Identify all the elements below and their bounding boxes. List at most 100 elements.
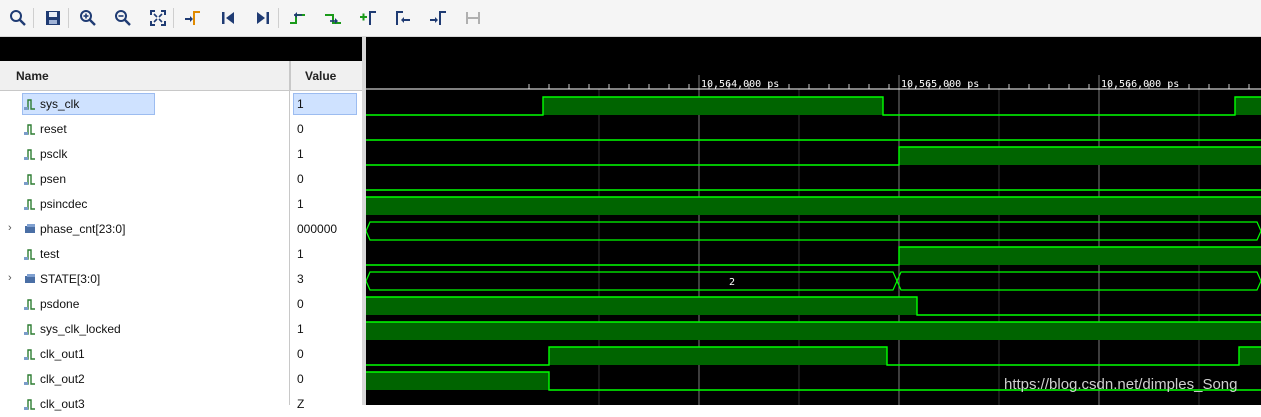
signal-value-cell[interactable]: 1 bbox=[290, 192, 362, 217]
signal-value-label: Z bbox=[297, 397, 305, 411]
signal-value-label: 0 bbox=[297, 122, 304, 136]
signal-value-cell[interactable]: 0 bbox=[290, 292, 362, 317]
signal-name-label: reset bbox=[40, 122, 67, 136]
bit-signal-icon bbox=[24, 99, 35, 110]
signal-value-label: 0 bbox=[297, 372, 304, 386]
signal-value-label: 1 bbox=[297, 97, 304, 111]
signal-row-psen[interactable]: psen bbox=[0, 167, 289, 192]
panel-top-bar bbox=[0, 37, 362, 61]
signal-value-cell[interactable]: 3 bbox=[290, 267, 362, 292]
zoom-in-icon[interactable] bbox=[78, 8, 98, 28]
signal-value-label: 1 bbox=[297, 197, 304, 211]
save-icon[interactable] bbox=[43, 8, 63, 28]
go-to-cursor-icon[interactable] bbox=[183, 8, 203, 28]
signal-value-cell[interactable]: 0 bbox=[290, 167, 362, 192]
bit-signal-icon bbox=[24, 174, 35, 185]
bit-signal-icon bbox=[24, 349, 35, 360]
signal-row-test[interactable]: test bbox=[0, 242, 289, 267]
signal-value-cell[interactable]: 0 bbox=[290, 342, 362, 367]
signal-row-clk_out2[interactable]: clk_out2 bbox=[0, 367, 289, 392]
signal-row-psclk[interactable]: psclk bbox=[0, 142, 289, 167]
go-to-start-icon[interactable] bbox=[218, 8, 238, 28]
signal-name-label: psdone bbox=[40, 297, 80, 311]
expand-chevron-icon[interactable]: › bbox=[8, 272, 12, 284]
signal-value-label: 000000 bbox=[297, 222, 338, 236]
bit-signal-icon bbox=[24, 324, 35, 335]
bus-signal-icon bbox=[25, 274, 35, 283]
signal-row-sys_clk_locked[interactable]: sys_clk_locked bbox=[0, 317, 289, 342]
wave-high-fill bbox=[366, 297, 917, 315]
signal-name-label: test bbox=[40, 247, 60, 261]
zoom-out-icon[interactable] bbox=[113, 8, 133, 28]
signal-name-label: clk_out2 bbox=[40, 372, 85, 386]
name-column-label: Name bbox=[16, 68, 49, 83]
bit-signal-icon bbox=[24, 149, 35, 160]
ruler-tick-label: 10,564,000 ps bbox=[701, 79, 779, 90]
search-icon[interactable] bbox=[8, 8, 28, 28]
signal-value-cell[interactable]: 0 bbox=[290, 117, 362, 142]
signal-name-label: psincdec bbox=[40, 197, 88, 211]
zoom-fit-icon[interactable] bbox=[148, 8, 168, 28]
next-transition-icon[interactable] bbox=[323, 8, 343, 28]
signal-row-psincdec[interactable]: psincdec bbox=[0, 192, 289, 217]
bus-value-label: 2 bbox=[729, 277, 735, 288]
waveform-canvas[interactable]: 10,564,000 ps10,565,000 ps10,566,000 ps1… bbox=[366, 37, 1261, 405]
add-marker-icon[interactable] bbox=[358, 8, 378, 28]
signal-name-label: phase_cnt[23:0] bbox=[40, 222, 126, 236]
wave-high-fill bbox=[366, 372, 549, 390]
signal-name-label: psclk bbox=[40, 147, 68, 161]
signal-name-label: psen bbox=[40, 172, 67, 186]
wave-high-fill bbox=[899, 147, 1261, 165]
signal-row-psdone[interactable]: psdone bbox=[0, 292, 289, 317]
signal-value-cell[interactable]: 0 bbox=[290, 367, 362, 392]
signal-name-label: sys_clk_locked bbox=[40, 322, 121, 336]
signal-value-label: 3 bbox=[297, 272, 304, 286]
signal-name-label: clk_out1 bbox=[40, 347, 85, 361]
expand-chevron-icon[interactable]: › bbox=[8, 222, 12, 234]
value-column-header[interactable]: Value bbox=[290, 61, 362, 91]
wave-high-fill bbox=[549, 347, 887, 365]
go-to-end-icon[interactable] bbox=[253, 8, 273, 28]
signal-value-cell[interactable]: 000000 bbox=[290, 217, 362, 242]
watermark: https://blog.csdn.net/dimples_Song bbox=[1004, 376, 1238, 393]
signal-value-label: 1 bbox=[297, 322, 304, 336]
previous-marker-icon[interactable] bbox=[393, 8, 413, 28]
waveform-viewer[interactable]: 10,564,000 ps10,565,000 ps10,566,000 ps1… bbox=[366, 37, 1261, 405]
bit-signal-icon bbox=[24, 199, 35, 210]
signal-name-label: sys_clk bbox=[40, 97, 80, 111]
signal-value-cell[interactable]: 1 bbox=[290, 317, 362, 342]
previous-transition-icon[interactable] bbox=[288, 8, 308, 28]
wave-high-fill bbox=[1235, 97, 1261, 115]
next-marker-icon[interactable] bbox=[428, 8, 448, 28]
signal-row-phase_cnt230[interactable]: › phase_cnt[23:0] bbox=[0, 217, 289, 242]
wave-high-fill bbox=[366, 322, 1261, 340]
signal-value-cell[interactable]: 1 bbox=[290, 242, 362, 267]
value-column-label: Value bbox=[305, 68, 337, 83]
wave-high-fill bbox=[366, 197, 1261, 215]
signal-value-cell[interactable]: 1 bbox=[290, 142, 362, 167]
ruler-tick-label: 10,566,000 ps bbox=[1101, 79, 1179, 90]
swap-cursors-icon[interactable] bbox=[463, 8, 483, 28]
wave-high-fill bbox=[1239, 347, 1261, 365]
bus-segment bbox=[366, 271, 898, 291]
signal-row-reset[interactable]: reset bbox=[0, 117, 289, 142]
bit-signal-icon bbox=[24, 299, 35, 310]
signal-value-cell[interactable]: 1 bbox=[290, 92, 362, 117]
signal-row-clk_out1[interactable]: clk_out1 bbox=[0, 342, 289, 367]
bus-segment bbox=[366, 221, 1261, 241]
bit-signal-icon bbox=[24, 124, 35, 135]
signal-row-sys_clk[interactable]: sys_clk bbox=[0, 92, 289, 117]
signal-name-label: clk_out3 bbox=[40, 397, 85, 411]
signal-value-label: 0 bbox=[297, 347, 304, 361]
signal-value-label: 0 bbox=[297, 297, 304, 311]
ruler-tick-label: 10,565,000 ps bbox=[901, 79, 979, 90]
bus-signal-icon bbox=[25, 224, 35, 233]
wave-high-fill bbox=[543, 97, 883, 115]
signal-name-label: STATE[3:0] bbox=[40, 272, 101, 286]
wave-high-fill bbox=[899, 247, 1261, 265]
bit-signal-icon bbox=[24, 249, 35, 260]
signal-row-state30[interactable]: › STATE[3:0] bbox=[0, 267, 289, 292]
signal-value-label: 1 bbox=[297, 147, 304, 161]
name-column-header[interactable]: Name bbox=[0, 61, 289, 91]
signal-value-label: 0 bbox=[297, 172, 304, 186]
